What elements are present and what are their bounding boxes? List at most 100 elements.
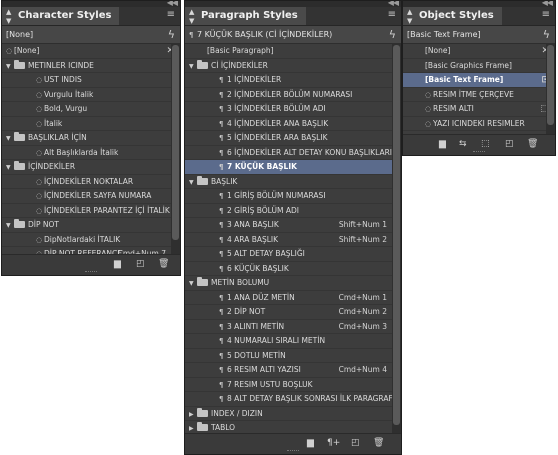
clear-attributes-icon[interactable]: ⬚: [481, 139, 490, 149]
tab-paragraph-styles[interactable]: ▲ ▼ Paragraph Styles: [185, 7, 306, 25]
style-row[interactable]: ◌ Alt Başlıklarda İtalik: [2, 146, 180, 160]
disclosure-triangle-icon[interactable]: ▼: [6, 132, 14, 147]
style-group-row[interactable]: ▼ Cİ İÇİNDEKİLER: [185, 59, 401, 75]
style-row[interactable]: ¶ 6 RESIM ALTI YAZISI Cmd+Num 4: [185, 363, 401, 378]
style-row[interactable]: ¶ 7 RESIM USTU BOŞLUK: [185, 378, 401, 392]
style-row[interactable]: ¶ 7 KÜÇÜK BAŞLIK: [185, 160, 401, 175]
style-row[interactable]: [Basic Text Frame]⊡: [403, 73, 555, 88]
folder-icon: [197, 407, 208, 417]
panel-menu-icon[interactable]: ≡: [167, 10, 175, 20]
quick-apply-icon[interactable]: ϟ: [389, 26, 396, 43]
style-row[interactable]: ¶ 1 İÇİNDEKİLER: [185, 73, 401, 88]
new-group-icon[interactable]: ▆: [439, 139, 446, 149]
panel-menu-icon[interactable]: ≡: [542, 10, 550, 20]
style-row[interactable]: [Basic Paragraph]: [185, 44, 401, 59]
tab-character-styles[interactable]: ▲ ▼ Character Styles: [2, 7, 120, 25]
style-row[interactable]: ¶ 2 DİP NOT Cmd+Num 2: [185, 305, 401, 320]
scrollbar-thumb[interactable]: [172, 45, 179, 240]
style-row[interactable]: ¶ 5 DOTLU METİN: [185, 349, 401, 363]
style-row[interactable]: ¶ 6 KÜÇÜK BAŞLIK: [185, 262, 401, 276]
style-row[interactable]: ◌ Vurgulu İtalik: [2, 88, 180, 102]
style-row[interactable]: ◌[None]✕: [2, 44, 180, 59]
style-row[interactable]: ¶ 2 GİRİŞ BÖLÜM ADI: [185, 204, 401, 218]
style-label: İÇİNDEKİLER PARANTEZ İÇİ İTALİK: [44, 205, 170, 215]
disclosure-triangle-icon[interactable]: ▼: [6, 161, 14, 176]
style-row[interactable]: ¶ 6 İÇİNDEKİLER ALT DETAY KONU BAŞLIKLARI: [185, 146, 401, 160]
style-row[interactable]: ◌ RESIM ALTI ⬚: [403, 102, 555, 117]
quick-apply-icon[interactable]: ϟ: [168, 26, 175, 43]
scrollbar-thumb[interactable]: [393, 45, 400, 425]
scrollbar-thumb[interactable]: [547, 45, 554, 125]
new-style-icon[interactable]: ◰: [505, 139, 514, 149]
style-group-row[interactable]: ▼ METİN BOLUMU: [185, 276, 401, 291]
folder-icon: [197, 59, 208, 69]
style-mark-icon: ¶: [219, 119, 224, 128]
style-row[interactable]: ◌ DipNotlardaki İTALIK: [2, 233, 180, 247]
disclosure-triangle-icon[interactable]: ▼: [6, 219, 14, 234]
style-row[interactable]: ¶ 2 İÇİNDEKİLER BÖLÜM NUMARASI: [185, 88, 401, 102]
style-row[interactable]: ¶ 3 ANA BAŞLIK Shift+Num 1: [185, 218, 401, 233]
new-group-icon[interactable]: ▆: [307, 438, 314, 448]
style-label: 1 İÇİNDEKİLER: [227, 75, 282, 84]
scrollbar[interactable]: [392, 43, 401, 436]
disclosure-triangle-icon[interactable]: ▼: [189, 277, 197, 292]
disclosure-triangle-icon[interactable]: ▼: [6, 60, 14, 75]
resize-grip[interactable]: [287, 450, 299, 453]
style-group-row[interactable]: ▶ INDEX / DIZIN: [185, 407, 401, 423]
style-row[interactable]: ¶ 4 ARA BAŞLIK Shift+Num 2: [185, 233, 401, 247]
style-group-row[interactable]: ▼ METINLER ICINDE: [2, 59, 180, 75]
style-row[interactable]: ◌ İtalik: [2, 117, 180, 131]
clear-overrides-icon[interactable]: ¶+: [327, 438, 340, 448]
style-row[interactable]: ¶ 4 NUMARALI SIRALI METİN: [185, 334, 401, 349]
panel-menu-icon[interactable]: ≡: [388, 10, 396, 20]
style-row[interactable]: ◌ İÇİNDEKİLER NOKTALAR: [2, 175, 180, 189]
disclosure-triangle-icon[interactable]: ▼: [189, 60, 197, 75]
collapse-icon[interactable]: ◀◀: [542, 1, 553, 7]
disclosure-triangle-icon[interactable]: ▶: [189, 408, 197, 423]
new-group-icon[interactable]: ▆: [114, 259, 121, 269]
style-mark-icon: ¶: [219, 105, 224, 113]
clear-overrides-icon[interactable]: ⇆: [459, 139, 467, 149]
scrollbar[interactable]: [171, 43, 180, 256]
style-group-row[interactable]: ▼ İÇİNDEKİLER: [2, 160, 180, 175]
style-row[interactable]: ¶ 3 İÇİNDEKİLER BÖLÜM ADI: [185, 102, 401, 117]
style-row[interactable]: ¶ 1 ANA DÜZ METİN Cmd+Num 1: [185, 291, 401, 305]
style-group-row[interactable]: ▼ BAŞLIK: [185, 175, 401, 191]
style-label: 6 KÜÇÜK BAŞLIK: [227, 263, 289, 273]
trash-icon[interactable]: 🗑: [527, 139, 538, 149]
trash-icon[interactable]: 🗑: [158, 259, 169, 269]
style-group-row[interactable]: ▼ DİP NOT: [2, 218, 180, 233]
style-row[interactable]: ¶ 5 ALT DETAY BAŞLIĞI: [185, 247, 401, 262]
style-row[interactable]: ◌ İÇİNDEKİLER PARANTEZ İÇİ İTALİK: [2, 204, 180, 218]
resize-grip[interactable]: [85, 271, 97, 274]
style-label: METİN BOLUMU: [211, 278, 270, 287]
current-style-label: [Basic Text Frame]: [407, 30, 481, 39]
style-row[interactable]: ◌ İÇİNDEKİLER SAYFA NUMARA: [2, 189, 180, 204]
tab-arrows-icon: ▲ ▼: [189, 8, 195, 25]
style-row[interactable]: ◌ UST INDIS: [2, 73, 180, 88]
scrollbar[interactable]: [546, 43, 555, 136]
style-label: Cİ İÇİNDEKİLER: [211, 60, 268, 70]
resize-grip[interactable]: [473, 151, 485, 154]
quick-apply-icon[interactable]: ϟ: [543, 26, 550, 43]
style-label: İtalik: [44, 118, 63, 128]
style-row[interactable]: [Basic Graphics Frame]: [403, 59, 555, 73]
style-row[interactable]: ¶ 8 ALT DETAY BAŞLIK SONRASI İLK PARAGRAF: [185, 392, 401, 407]
style-row[interactable]: ◌ YAZI ICINDEKI RESIMLER: [403, 117, 555, 131]
new-style-icon[interactable]: ◰: [136, 259, 145, 269]
style-row[interactable]: ¶ 4 İÇİNDEKİLER ANA BAŞLIK: [185, 117, 401, 131]
style-group-row[interactable]: ▼ BAŞLIKLAR İÇİN: [2, 131, 180, 146]
disclosure-triangle-icon[interactable]: ▼: [189, 176, 197, 191]
new-style-icon[interactable]: ◰: [351, 438, 360, 448]
style-row[interactable]: ¶ 3 ALINTI METİN Cmd+Num 3: [185, 320, 401, 334]
current-style-header: ¶ 7 KÜÇÜK BAŞLIK (Cİ İÇİNDEKİLER) ϟ: [185, 26, 401, 44]
style-row[interactable]: [None]✕: [403, 44, 555, 59]
style-row[interactable]: ◌ Bold, Vurgu: [2, 102, 180, 117]
collapse-icon[interactable]: ◀◀: [167, 1, 178, 7]
style-row[interactable]: ¶ 1 GİRİŞ BÖLÜM NUMARASI: [185, 189, 401, 204]
trash-icon[interactable]: 🗑: [373, 438, 384, 448]
tab-object-styles[interactable]: ▲ ▼ Object Styles: [403, 7, 502, 25]
style-row[interactable]: ¶ 5 İÇİNDEKİLER ARA BAŞLIK: [185, 131, 401, 146]
collapse-icon[interactable]: ◀◀: [388, 1, 399, 7]
style-row[interactable]: ◌ RESIM İTME ÇERÇEVE: [403, 88, 555, 102]
